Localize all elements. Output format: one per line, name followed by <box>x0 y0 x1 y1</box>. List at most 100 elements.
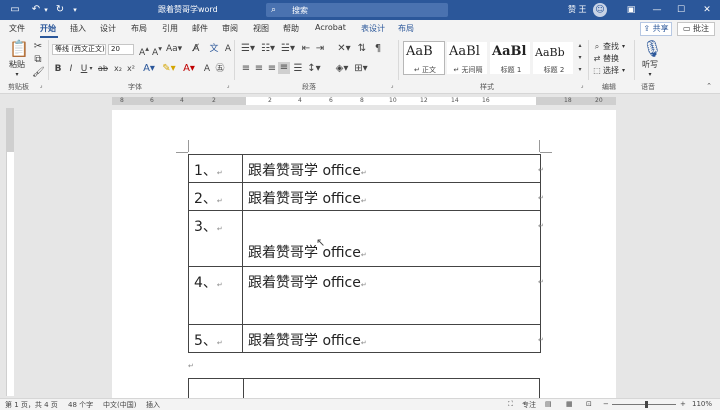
show-formatting-icon[interactable]: ¶ <box>372 43 384 55</box>
numbering-icon[interactable]: ☷▾ <box>260 43 276 55</box>
font-name-box[interactable]: 等线 (西文正文) <box>52 44 106 55</box>
format-painter-icon[interactable]: 🖌 <box>32 67 45 79</box>
table-cell[interactable]: 4、↵ <box>188 266 243 325</box>
tab-table-design[interactable]: 表设计 <box>361 23 385 34</box>
font-launcher-icon[interactable]: ⌟ <box>224 82 232 90</box>
decrease-indent-icon[interactable]: ⇤ <box>300 43 312 55</box>
font-color-icon[interactable]: A▾ <box>182 63 196 75</box>
select-dropdown-icon[interactable]: ▾ <box>622 66 625 76</box>
minimize-button[interactable]: — <box>648 2 666 18</box>
borders-icon[interactable]: ⊞▾ <box>352 63 370 75</box>
print-layout-icon[interactable]: ▦ <box>566 400 573 408</box>
styles-scroll-up-icon[interactable]: ▴ <box>576 40 584 52</box>
second-table[interactable] <box>188 378 540 399</box>
tab-layout[interactable]: 布局 <box>131 23 147 34</box>
avatar[interactable]: ☺ <box>593 3 607 17</box>
tab-file[interactable]: 文件 <box>9 23 25 34</box>
comment-button[interactable]: ▭ 批注 <box>677 22 715 36</box>
table-cell[interactable]: 2、↵ <box>188 182 243 211</box>
highlight-icon[interactable]: ✎▾ <box>162 63 176 75</box>
select-button[interactable]: 选择 <box>603 66 619 76</box>
subscript-icon[interactable]: x₂ <box>112 63 124 75</box>
tab-view[interactable]: 视图 <box>253 23 269 34</box>
style-normal[interactable]: AaB ↵ 正文 <box>403 41 445 75</box>
italic-icon[interactable]: I <box>66 63 76 75</box>
tab-acrobat[interactable]: Acrobat <box>315 23 346 32</box>
tab-references[interactable]: 引用 <box>162 23 178 34</box>
shrink-font-icon[interactable]: A▾ <box>151 43 163 59</box>
undo-icon[interactable]: ↶ <box>30 3 42 17</box>
align-right-icon[interactable]: ≡ <box>266 63 278 75</box>
dictate-button[interactable]: 听写 <box>641 60 659 70</box>
clear-format-icon[interactable]: A̸ <box>190 43 202 55</box>
table-cell[interactable]: 跟着赞哥学 office↵ <box>242 210 541 267</box>
superscript-icon[interactable]: x² <box>125 63 137 75</box>
line-spacing-icon[interactable]: ↕▾ <box>306 63 322 75</box>
close-button[interactable]: ✕ <box>698 2 716 18</box>
save-icon[interactable]: ▭ <box>8 3 22 17</box>
cut-icon[interactable]: ✂ <box>32 41 44 53</box>
document-table[interactable]: 1、↵ 跟着赞哥学 office↵ 2、↵ 跟着赞哥学 office↵ 3、↵ … <box>188 154 541 353</box>
replace-button[interactable]: 替换 <box>603 54 619 64</box>
increase-indent-icon[interactable]: ⇥ <box>314 43 326 55</box>
horizontal-ruler[interactable]: 8 6 4 2 2 4 6 8 10 12 14 16 18 20 <box>0 94 720 108</box>
focus-label[interactable]: 专注 <box>522 400 536 410</box>
tab-insert[interactable]: 插入 <box>70 23 86 34</box>
char-shading-icon[interactable]: A <box>201 63 213 75</box>
zoom-slider-track[interactable] <box>612 404 676 405</box>
page-count[interactable]: 第 1 页，共 4 页 <box>5 400 58 410</box>
table-cell[interactable]: 1、↵ <box>188 154 243 183</box>
find-icon[interactable]: ⌕ <box>592 41 602 53</box>
insert-mode[interactable]: 插入 <box>146 400 160 410</box>
style-no-spacing[interactable]: AaBl ↵ 无间隔 <box>446 41 488 75</box>
redo-icon[interactable]: ↻ <box>54 3 66 17</box>
table-cell[interactable]: 3、↵ <box>188 210 243 267</box>
collapse-ribbon-icon[interactable]: ⌃ <box>704 82 714 90</box>
bold-icon[interactable]: B <box>53 63 63 75</box>
align-center-icon[interactable]: ≡ <box>253 63 265 75</box>
underline-dropdown-icon[interactable]: ▾ <box>88 63 94 75</box>
word-count[interactable]: 48 个字 <box>68 400 93 410</box>
paste-dropdown-icon[interactable]: ▾ <box>12 70 22 80</box>
paste-icon[interactable]: 📋 <box>9 40 29 58</box>
read-mode-icon[interactable]: ▤ <box>545 400 552 408</box>
style-heading-2[interactable]: AaBb 标题 2 <box>532 41 574 75</box>
ribbon-display-options-button[interactable]: ▣ <box>622 2 640 18</box>
tab-mailings[interactable]: 邮件 <box>192 23 208 34</box>
shading-icon[interactable]: ◈▾ <box>334 63 350 75</box>
paragraph-launcher-icon[interactable]: ⌟ <box>388 82 396 90</box>
maximize-button[interactable]: ☐ <box>672 2 690 18</box>
sort-icon[interactable]: ⇅ <box>356 43 368 55</box>
chinese-layout-icon[interactable]: ✕▾ <box>336 43 352 55</box>
customize-toolbar-icon[interactable]: ▾ <box>70 3 80 17</box>
tab-help[interactable]: 帮助 <box>283 23 299 34</box>
style-heading-1[interactable]: AaBl 标题 1 <box>489 41 531 75</box>
table-cell[interactable]: 跟着赞哥学 office↵ <box>242 154 541 183</box>
table-cell[interactable]: 跟着赞哥学 office↵ <box>242 266 541 325</box>
justify-icon[interactable]: ≡ <box>278 62 290 74</box>
dictate-dropdown-icon[interactable]: ▾ <box>645 70 655 80</box>
language-status[interactable]: 中文(中国) <box>103 400 136 410</box>
char-border-icon[interactable]: A <box>222 43 234 55</box>
replace-icon[interactable]: ⇄ <box>592 53 602 65</box>
tab-home[interactable]: 开始 <box>40 23 56 34</box>
table-cell[interactable]: 跟着赞哥学 office↵ <box>242 182 541 211</box>
strikethrough-icon[interactable]: ab <box>97 63 109 75</box>
user-name[interactable]: 赞 王 <box>568 4 587 15</box>
font-size-box[interactable]: 20 <box>108 44 134 55</box>
table-cell[interactable]: 跟着赞哥学 office↵ <box>242 324 541 353</box>
styles-more-icon[interactable]: ▾ <box>576 64 584 76</box>
paste-button-label[interactable]: 粘贴 <box>8 60 26 70</box>
clipboard-launcher-icon[interactable]: ⌟ <box>37 82 45 90</box>
distributed-icon[interactable]: ☰ <box>292 63 304 75</box>
tab-table-layout[interactable]: 布局 <box>398 23 414 34</box>
change-case-icon[interactable]: Aa▾ <box>166 43 182 55</box>
zoom-in-button[interactable]: + <box>680 400 686 408</box>
tab-review[interactable]: 审阅 <box>222 23 238 34</box>
web-layout-icon[interactable]: ⊡ <box>586 400 592 408</box>
copy-icon[interactable]: ⧉ <box>32 54 44 66</box>
bullets-icon[interactable]: ☰▾ <box>240 43 256 55</box>
zoom-slider-thumb[interactable] <box>645 401 648 408</box>
search-box[interactable]: ⌕ 搜索 <box>266 3 448 17</box>
phonetic-guide-icon[interactable]: 文 <box>208 43 220 55</box>
